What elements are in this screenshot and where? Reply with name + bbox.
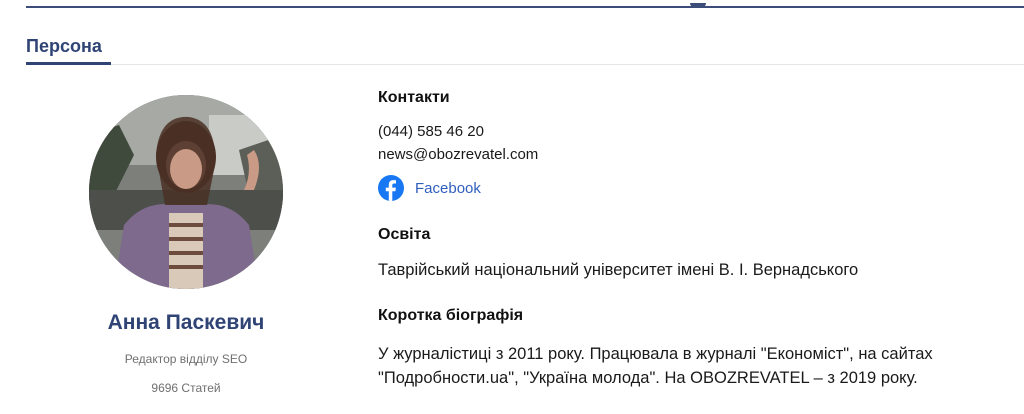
top-divider — [26, 3, 1024, 8]
top-divider-notch — [690, 3, 706, 8]
facebook-link-row[interactable]: Facebook — [378, 174, 481, 202]
bio-line-2: "Подробности.ua", "Україна молода". На O… — [378, 369, 918, 387]
facebook-icon — [378, 175, 404, 201]
education-heading: Освіта — [378, 226, 431, 243]
articles-count: 9696 Статей — [151, 381, 221, 395]
bio-line-1: У журналістиці з 2011 року. Працювала в … — [378, 345, 933, 363]
contact-email: news@obozrevatel.com — [378, 146, 539, 163]
section-title: Персона — [26, 36, 102, 56]
education-text: Таврійський національний університет іме… — [378, 261, 859, 279]
avatar-photo — [89, 95, 283, 289]
avatar — [89, 95, 283, 289]
bio-heading: Коротка біографія — [378, 307, 524, 324]
profile-name: Анна Паскевич — [107, 311, 265, 334]
facebook-link[interactable]: Facebook — [415, 180, 481, 197]
section-header: Персона — [26, 34, 1024, 65]
profile-role: Редактор відділу SEO — [124, 352, 248, 366]
contact-phone: (044) 585 46 20 — [378, 123, 484, 140]
section-title-underline — [26, 62, 111, 65]
contacts-heading: Контакти — [378, 89, 450, 106]
